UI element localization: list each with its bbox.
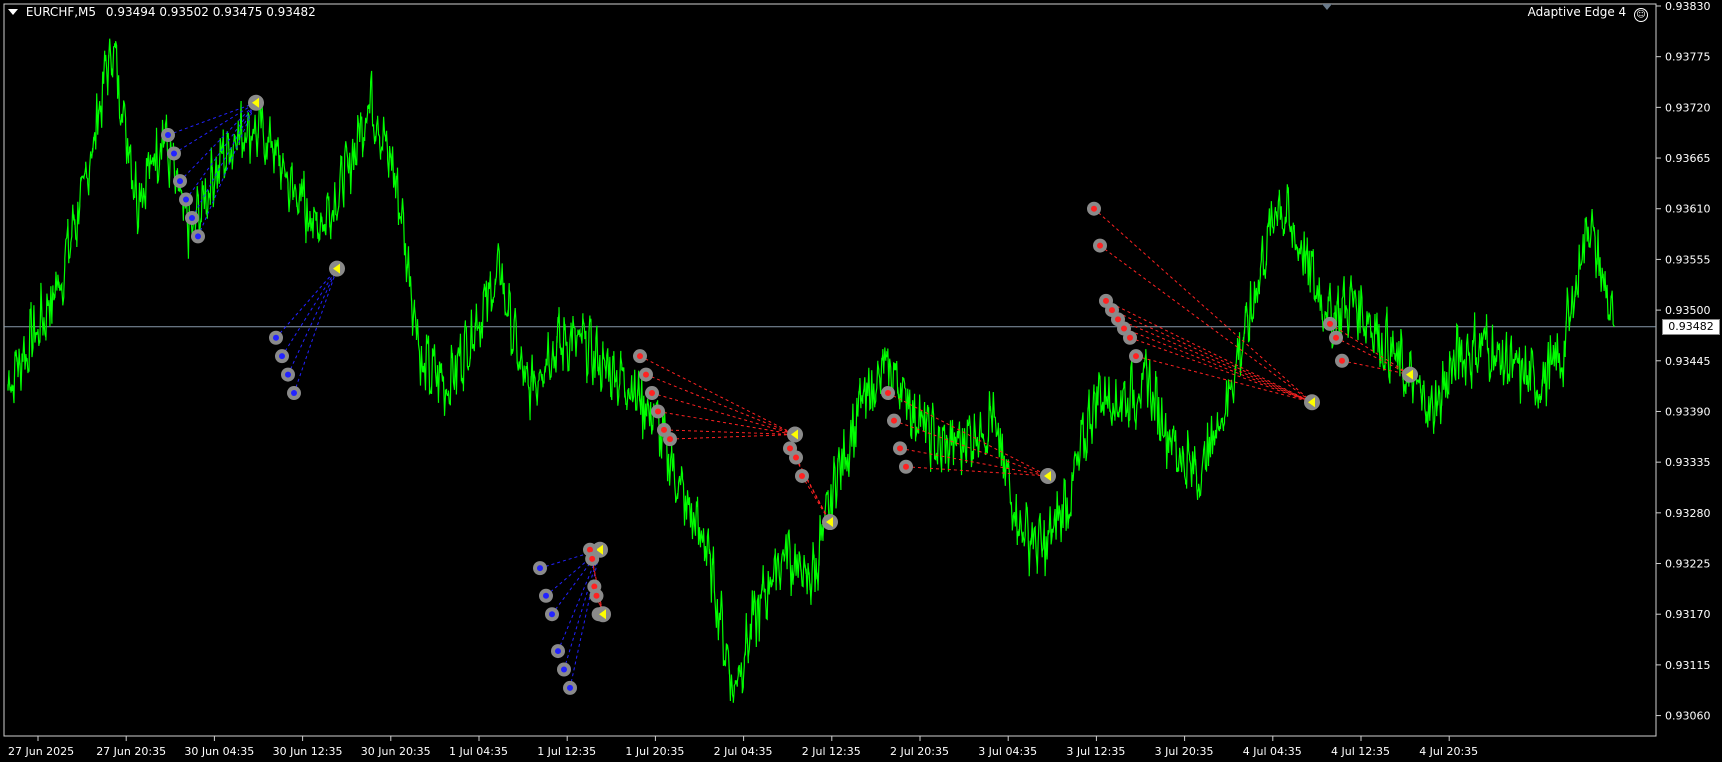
sell-entry-dot[interactable] xyxy=(667,436,673,443)
sell-entry-dot[interactable] xyxy=(1121,325,1127,332)
price-tick-label: 0.93830 xyxy=(1665,0,1711,13)
price-axis: 0.93830 0.93775 0.93720 0.93665 0.93610 0.935… xyxy=(1656,0,1711,723)
collapse-triangle-icon[interactable] xyxy=(8,9,18,15)
smiley-icon: ☺ xyxy=(1634,8,1648,22)
sell-entry-dot[interactable] xyxy=(787,445,793,452)
sell-entry-dot[interactable] xyxy=(637,353,643,360)
buy-entry-dot[interactable] xyxy=(537,565,543,572)
time-tick-label: 2 Jul 12:35 xyxy=(802,745,861,758)
price-tick-label: 0.93170 xyxy=(1665,608,1711,621)
sell-entry-dot[interactable] xyxy=(591,583,598,590)
sell-entry-dot[interactable] xyxy=(655,408,661,415)
sell-entry-dot[interactable] xyxy=(649,390,655,397)
time-tick-label: 1 Jul 20:35 xyxy=(625,745,684,758)
buy-entry-dot[interactable] xyxy=(195,233,201,240)
time-tick-label: 3 Jul 12:35 xyxy=(1066,745,1125,758)
time-tick-label: 3 Jul 04:35 xyxy=(978,745,1037,758)
sell-entry-dot[interactable] xyxy=(885,390,891,397)
price-tick-label: 0.93060 xyxy=(1665,710,1711,723)
buy-entry-dot[interactable] xyxy=(279,353,285,360)
price-chart[interactable]: 0.93830 0.93775 0.93720 0.93665 0.93610 0.935… xyxy=(0,0,1722,762)
time-tick-label: 4 Jul 12:35 xyxy=(1331,745,1390,758)
sell-entry-dot[interactable] xyxy=(799,472,805,479)
indicator-label[interactable]: Adaptive Edge 4 ☺ xyxy=(1528,5,1648,22)
sell-entry-dot[interactable] xyxy=(587,546,593,553)
indicator-name: Adaptive Edge 4 xyxy=(1527,5,1627,19)
time-tick-label: 2 Jul 20:35 xyxy=(890,745,949,758)
sell-entry-dot[interactable] xyxy=(1327,320,1333,327)
sell-entry-dot[interactable] xyxy=(1339,357,1345,364)
sell-entry-dot[interactable] xyxy=(1103,297,1109,304)
sell-entry-dot[interactable] xyxy=(1097,242,1103,249)
time-tick-label: 3 Jul 20:35 xyxy=(1155,745,1214,758)
sell-entry-dot[interactable] xyxy=(593,592,600,599)
sell-entry-dot[interactable] xyxy=(1091,205,1097,212)
ohlc-values: 0.93494 0.93502 0.93475 0.93482 xyxy=(105,5,316,19)
time-tick-label: 4 Jul 04:35 xyxy=(1243,745,1302,758)
sell-entry-dot[interactable] xyxy=(643,371,649,378)
price-tick-label: 0.93500 xyxy=(1665,304,1711,317)
time-tick-label: 30 Jun 12:35 xyxy=(273,745,343,758)
buy-entry-dot[interactable] xyxy=(171,150,177,157)
symbol-label: EURCHF,M5 xyxy=(25,5,97,19)
buy-entry-dot[interactable] xyxy=(273,334,279,341)
time-tick-label: 27 Jun 2025 xyxy=(8,745,74,758)
buy-entry-dot[interactable] xyxy=(183,196,189,203)
price-tick-label: 0.93225 xyxy=(1665,558,1711,571)
current-price-tag: 0.93482 xyxy=(1662,318,1720,335)
buy-entry-dot[interactable] xyxy=(177,178,183,185)
time-tick-label: 30 Jun 20:35 xyxy=(361,745,431,758)
price-tick-label: 0.93115 xyxy=(1665,659,1711,672)
sell-entry-dot[interactable] xyxy=(1133,353,1139,360)
time-tick-label: 2 Jul 04:35 xyxy=(714,745,773,758)
buy-entry-dot[interactable] xyxy=(561,666,567,673)
price-tick-label: 0.93280 xyxy=(1665,507,1711,520)
buy-entry-dot[interactable] xyxy=(165,132,171,139)
time-tick-label: 4 Jul 20:35 xyxy=(1419,745,1478,758)
buy-entry-dot[interactable] xyxy=(285,371,291,378)
time-tick-label: 30 Jun 04:35 xyxy=(184,745,254,758)
sell-entry-dot[interactable] xyxy=(1333,334,1339,341)
buy-entry-dot[interactable] xyxy=(543,592,549,599)
time-tick-label: 27 Jun 20:35 xyxy=(96,745,166,758)
sell-entry-dot[interactable] xyxy=(903,463,909,470)
price-tick-label: 0.93390 xyxy=(1665,405,1711,418)
sell-entry-dot[interactable] xyxy=(661,426,667,433)
price-tick-label: 0.93335 xyxy=(1665,456,1711,469)
price-tick-label: 0.93720 xyxy=(1665,101,1711,114)
sell-entry-dot[interactable] xyxy=(793,454,799,461)
buy-entry-dot[interactable] xyxy=(567,684,573,691)
sell-entry-dot[interactable] xyxy=(1127,334,1133,341)
sell-entry-dot[interactable] xyxy=(897,445,903,452)
buy-entry-dot[interactable] xyxy=(555,648,561,655)
price-tick-label: 0.93665 xyxy=(1665,152,1711,165)
sell-entry-dot[interactable] xyxy=(891,417,897,424)
price-tick-label: 0.93610 xyxy=(1665,203,1711,216)
sell-entry-dot[interactable] xyxy=(1115,316,1121,323)
buy-entry-dot[interactable] xyxy=(549,611,555,618)
buy-entry-dot[interactable] xyxy=(291,390,297,397)
price-tick-label: 0.93775 xyxy=(1665,51,1711,64)
buy-entry-dot[interactable] xyxy=(189,214,195,221)
sell-entry-dot[interactable] xyxy=(589,555,596,562)
time-tick-label: 1 Jul 12:35 xyxy=(537,745,596,758)
price-tick-label: 0.93445 xyxy=(1665,355,1711,368)
price-tick-label: 0.93555 xyxy=(1665,253,1711,266)
sell-entry-dot[interactable] xyxy=(1109,307,1115,314)
symbol-header: EURCHF,M5 0.93494 0.93502 0.93475 0.9348… xyxy=(8,5,316,19)
time-tick-label: 1 Jul 04:35 xyxy=(449,745,508,758)
